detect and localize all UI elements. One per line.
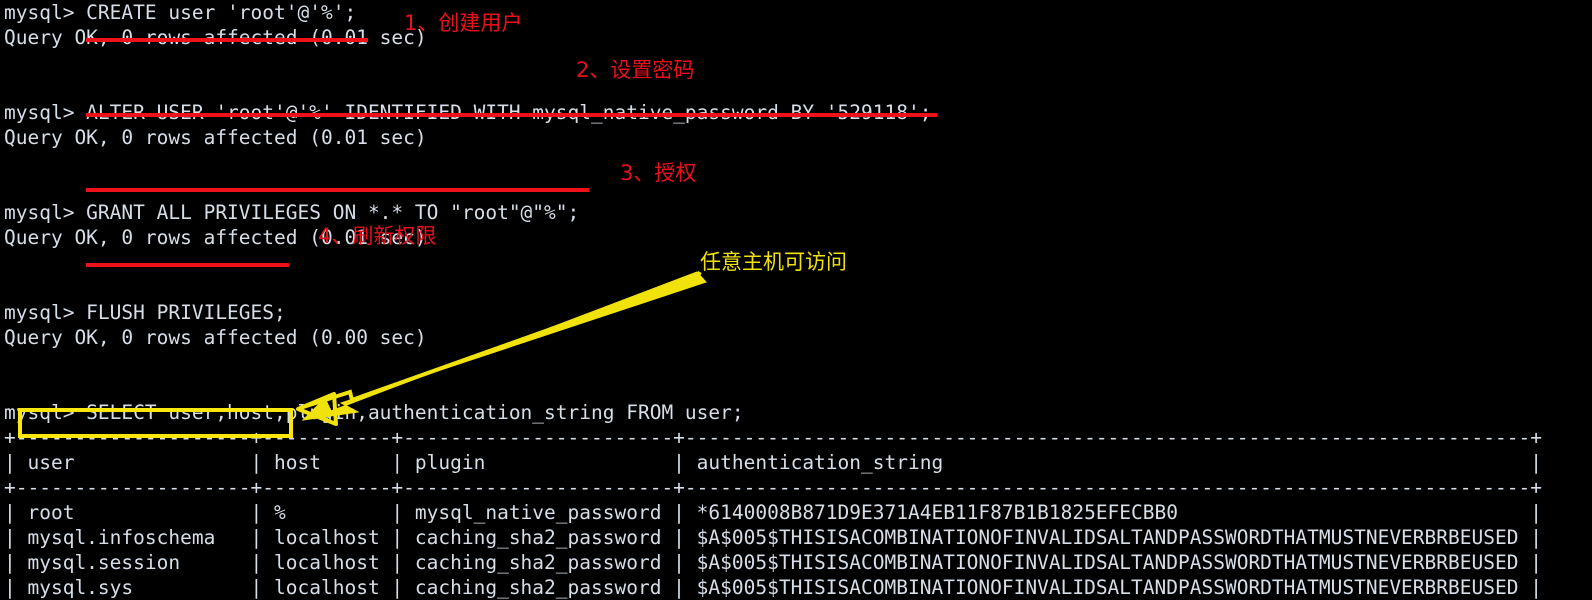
underline-flush xyxy=(86,263,289,267)
underline-grant xyxy=(86,188,589,192)
underline-create-user xyxy=(86,38,368,42)
highlight-box-root-any-host xyxy=(18,408,293,438)
terminal-output: mysql> CREATE user 'root'@'%'; Query OK,… xyxy=(0,0,1592,600)
annotation-step-1: 1、创建用户 xyxy=(404,11,523,35)
table-row: | mysql.session | localhost | caching_sh… xyxy=(4,551,1542,574)
table-header-line: | user | host | plugin | authentication_… xyxy=(4,451,1542,474)
annotation-step-2: 2、设置密码 xyxy=(576,58,695,82)
terminal-line: mysql> FLUSH PRIVILEGES; xyxy=(4,301,286,324)
terminal-line: Query OK, 0 rows affected (0.00 sec) xyxy=(4,326,427,349)
annotation-step-4: 4、刷新权限 xyxy=(318,224,437,248)
terminal-line: mysql> CREATE user 'root'@'%'; xyxy=(4,1,357,24)
underline-alter-user xyxy=(86,113,937,117)
table-row: | mysql.sys | localhost | caching_sha2_p… xyxy=(4,576,1542,599)
table-border-line: +--------------------+-----------+------… xyxy=(4,476,1542,499)
table-row: | root | % | mysql_native_password | *61… xyxy=(4,501,1542,524)
annotation-step-3: 3、授权 xyxy=(620,161,697,185)
terminal-window: mysql> CREATE user 'root'@'%'; Query OK,… xyxy=(0,0,1592,600)
terminal-line: Query OK, 0 rows affected (0.01 sec) xyxy=(4,126,427,149)
terminal-line: Query OK, 0 rows affected (0.01 sec) xyxy=(4,226,427,249)
annotation-callout-any-host: 任意主机可访问 xyxy=(700,250,847,274)
terminal-line: mysql> GRANT ALL PRIVILEGES ON *.* TO "r… xyxy=(4,201,580,224)
table-row: | mysql.infoschema | localhost | caching… xyxy=(4,526,1542,549)
